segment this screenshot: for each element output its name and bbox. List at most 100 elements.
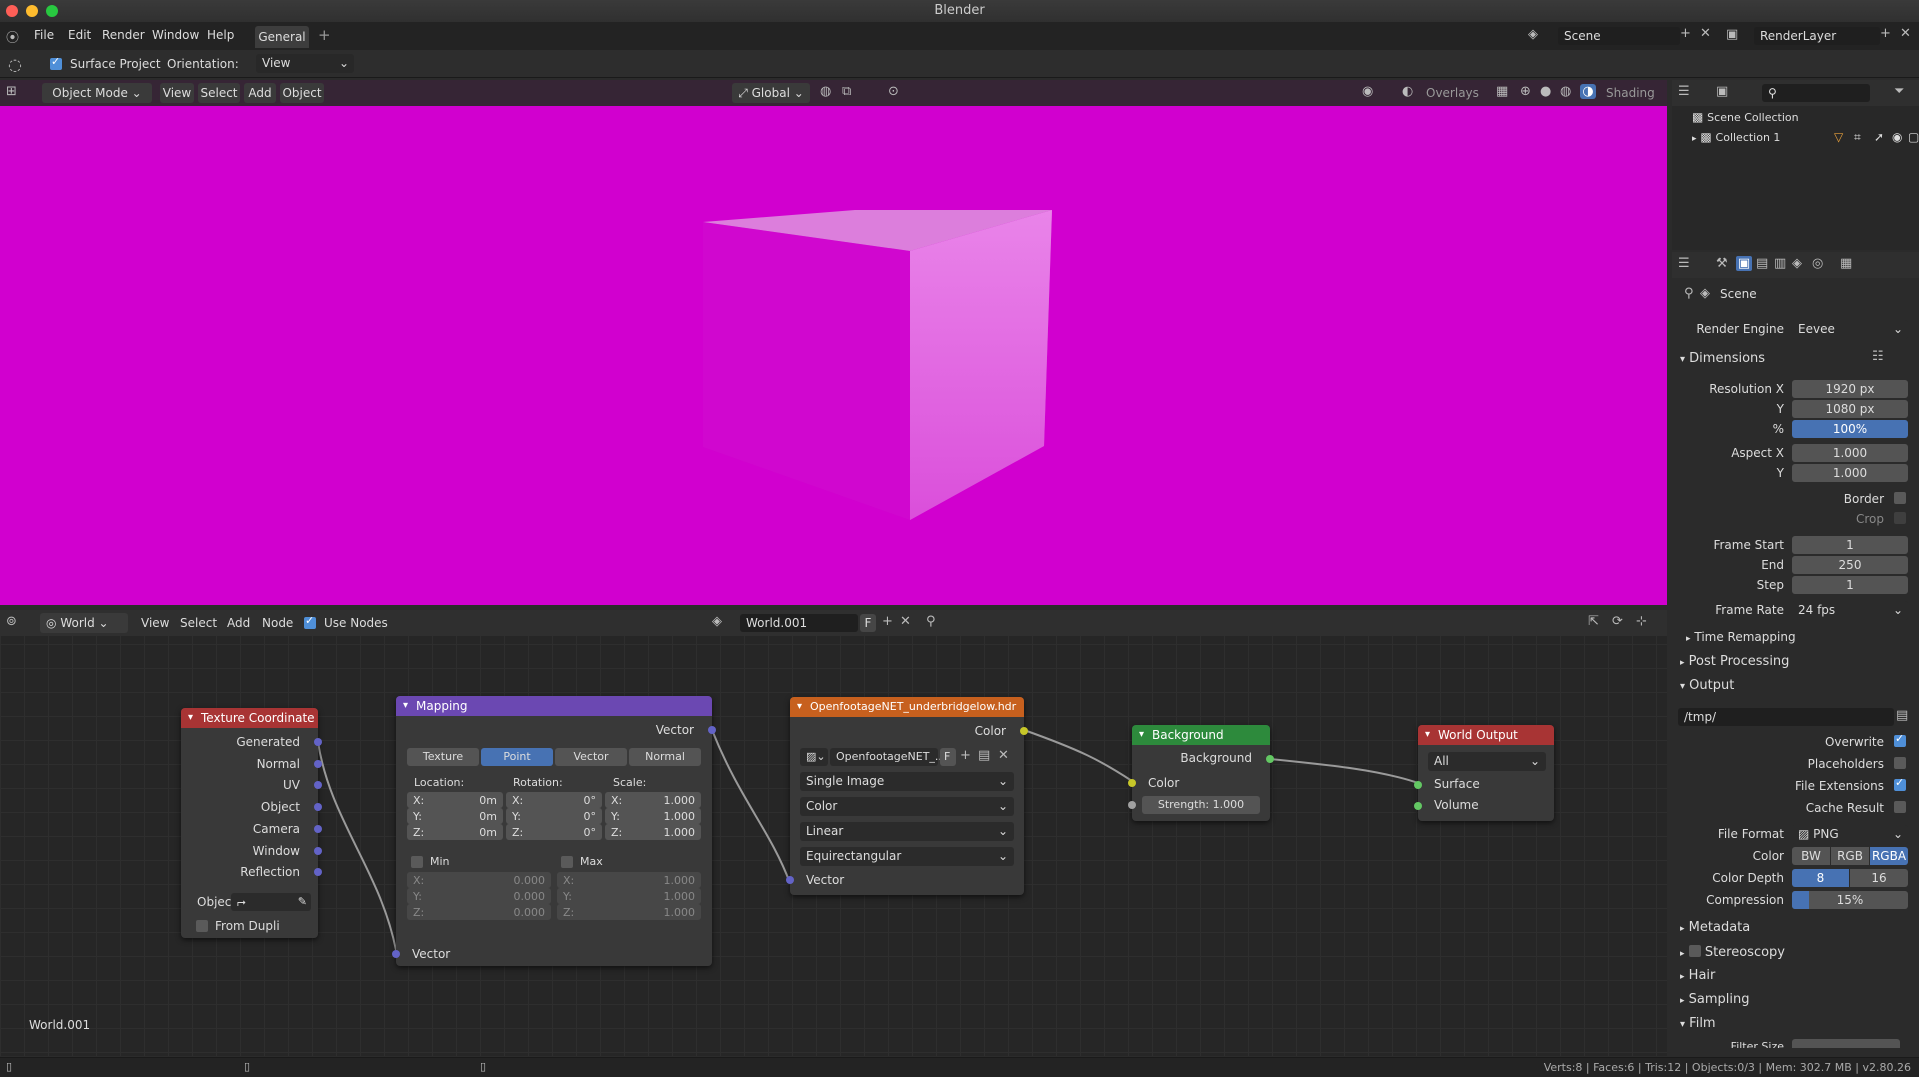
overlays-label[interactable]: Overlays bbox=[1426, 86, 1479, 100]
image-browse-icon[interactable]: ▨⌄ bbox=[800, 748, 828, 766]
location-x-field[interactable]: X: 0m bbox=[407, 792, 503, 808]
image-name-field[interactable]: OpenfootageNET_... bbox=[830, 748, 945, 766]
scene-name-field[interactable]: Scene bbox=[1558, 27, 1680, 45]
menu-file[interactable]: File bbox=[34, 28, 54, 42]
socket-background-out[interactable] bbox=[1266, 755, 1274, 763]
render-layer-icon[interactable]: ▣ bbox=[1726, 27, 1738, 42]
color-mode-bw[interactable]: BW bbox=[1792, 847, 1830, 865]
filter-funnel-icon[interactable]: ▽ bbox=[1834, 130, 1843, 144]
orientation-dropdown[interactable]: View ⌄ bbox=[256, 54, 354, 73]
remove-layer-icon[interactable]: ✕ bbox=[1900, 26, 1911, 41]
socket-volume-in[interactable] bbox=[1414, 802, 1422, 810]
menu-help[interactable]: Help bbox=[207, 28, 234, 42]
node-envtex-title[interactable]: OpenfootageNET_underbridgelow.hdr bbox=[790, 697, 1024, 717]
outliner-editor-type-icon[interactable]: ☰ bbox=[1678, 84, 1690, 99]
viewport-menu-view[interactable]: View bbox=[160, 83, 194, 103]
active-tool-icon[interactable]: ◌ bbox=[8, 55, 22, 74]
snap-icon[interactable]: ⧉ bbox=[842, 84, 851, 99]
surface-project-checkbox[interactable] bbox=[50, 55, 62, 70]
socket-mapping-vector-in[interactable] bbox=[392, 950, 400, 958]
filter-icon[interactable]: ⏷ bbox=[1894, 84, 1904, 99]
socket-window[interactable] bbox=[314, 847, 322, 855]
node-menu-add[interactable]: Add bbox=[227, 616, 250, 630]
outliner-item-scene-collection[interactable]: ▩ Scene Collection bbox=[1692, 110, 1912, 128]
color-mode-rgb[interactable]: RGB bbox=[1831, 847, 1869, 865]
socket-reflection[interactable] bbox=[314, 868, 322, 876]
resolution-x-field[interactable]: 1920 px bbox=[1792, 380, 1908, 398]
border-checkbox[interactable] bbox=[1894, 492, 1906, 504]
use-max-checkbox[interactable] bbox=[561, 856, 573, 868]
world-browse-icon[interactable]: ◈ bbox=[712, 614, 722, 629]
render-tab-icon[interactable]: ▣ bbox=[1736, 256, 1752, 271]
world-name-field[interactable]: World.001 bbox=[740, 614, 858, 632]
mapping-type-vector[interactable]: Vector bbox=[555, 748, 627, 766]
pivot-point-icon[interactable]: ◍ bbox=[820, 84, 831, 99]
properties-editor-type-icon[interactable]: ☰ bbox=[1678, 256, 1690, 271]
scale-z-field[interactable]: Z: 1.000 bbox=[605, 824, 701, 840]
filter-size-field[interactable] bbox=[1792, 1039, 1900, 1048]
aspect-y-field[interactable]: 1.000 bbox=[1792, 464, 1908, 482]
menu-render[interactable]: Render bbox=[102, 28, 145, 42]
tool-tab-icon[interactable]: ⚒ bbox=[1716, 256, 1728, 271]
node-texture-coordinate[interactable]: Texture Coordinate Generated Normal UV O… bbox=[181, 708, 322, 938]
post-processing-panel-header[interactable]: ▸ Post Processing bbox=[1680, 654, 1789, 669]
location-y-field[interactable]: Y: 0m bbox=[407, 808, 503, 824]
node-texture-coordinate-title[interactable]: Texture Coordinate bbox=[181, 708, 318, 728]
proportional-edit-icon[interactable]: ⊙ bbox=[888, 84, 899, 99]
viewport-menu-select[interactable]: Select bbox=[198, 83, 240, 103]
rotation-y-field[interactable]: Y: 0° bbox=[506, 808, 602, 824]
socket-uv[interactable] bbox=[314, 781, 322, 789]
metadata-panel-header[interactable]: ▸ Metadata bbox=[1680, 920, 1750, 935]
socket-normal[interactable] bbox=[314, 760, 322, 768]
new-image-icon[interactable]: + bbox=[960, 748, 971, 763]
close-window-button[interactable] bbox=[6, 5, 18, 17]
resolution-y-field[interactable]: 1080 px bbox=[1792, 400, 1908, 418]
snap-node-icon[interactable]: ⟳ bbox=[1612, 614, 1623, 629]
location-z-field[interactable]: Z: 0m bbox=[407, 824, 503, 840]
shading-label[interactable]: Shading bbox=[1606, 86, 1655, 100]
socket-object[interactable] bbox=[314, 803, 322, 811]
solid-shading-icon[interactable]: ● bbox=[1540, 84, 1551, 99]
viewport-menu-add[interactable]: Add bbox=[244, 83, 276, 103]
frame-start-field[interactable]: 1 bbox=[1792, 536, 1908, 554]
use-nodes-checkbox[interactable] bbox=[304, 614, 316, 629]
max-y-field[interactable]: Y: 1.000 bbox=[557, 888, 701, 904]
min-x-field[interactable]: X: 0.000 bbox=[407, 872, 551, 888]
minimize-window-button[interactable] bbox=[26, 5, 38, 17]
node-snap-target-icon[interactable]: ⊹ bbox=[1636, 614, 1647, 629]
socket-strength-in[interactable] bbox=[1128, 801, 1136, 809]
outliner-search-input[interactable]: ⚲ bbox=[1762, 84, 1870, 102]
blender-logo-icon[interactable]: ⦿ bbox=[6, 27, 19, 46]
socket-generated[interactable] bbox=[314, 738, 322, 746]
resolution-percent-slider[interactable]: 100% bbox=[1792, 420, 1908, 438]
material-shading-icon[interactable]: ◍ bbox=[1560, 84, 1571, 99]
eye-icon[interactable]: ◉ bbox=[1892, 130, 1902, 144]
world-tab-icon[interactable]: ◎ bbox=[1812, 256, 1823, 271]
color-space-dropdown[interactable]: Color ⌄ bbox=[800, 797, 1014, 816]
overwrite-checkbox[interactable] bbox=[1894, 732, 1906, 747]
frame-step-field[interactable]: 1 bbox=[1792, 576, 1908, 594]
frame-end-field[interactable]: 250 bbox=[1792, 556, 1908, 574]
node-mapping-title[interactable]: Mapping bbox=[396, 696, 712, 716]
object-picker-field[interactable]: ⮣ ✎ bbox=[231, 893, 311, 911]
parent-node-tree-icon[interactable]: ⇱ bbox=[1588, 614, 1599, 629]
view-layer-tab-icon[interactable]: ▥ bbox=[1774, 256, 1786, 271]
node-world-output[interactable]: World Output All ⌄ Surface Volume bbox=[1414, 725, 1554, 821]
socket-surface-in[interactable] bbox=[1414, 781, 1422, 789]
strength-field[interactable]: Strength: 1.000 bbox=[1142, 796, 1260, 814]
node-menu-select[interactable]: Select bbox=[180, 616, 217, 630]
menu-window[interactable]: Window bbox=[152, 28, 199, 42]
menu-edit[interactable]: Edit bbox=[68, 28, 91, 42]
aspect-x-field[interactable]: 1.000 bbox=[1792, 444, 1908, 462]
node-background-title[interactable]: Background bbox=[1132, 725, 1270, 745]
node-editor-canvas[interactable]: Texture Coordinate Generated Normal UV O… bbox=[0, 620, 1667, 1056]
output-panel-header[interactable]: ▾ Output bbox=[1680, 678, 1734, 693]
rendered-shading-icon[interactable]: ◑ bbox=[1580, 84, 1596, 99]
node-menu-view[interactable]: View bbox=[141, 616, 169, 630]
stereoscopy-checkbox[interactable] bbox=[1688, 945, 1701, 957]
3d-viewport[interactable] bbox=[0, 80, 1667, 605]
node-editor-type-icon[interactable]: ⊚ bbox=[6, 614, 17, 629]
socket-envtex-vector-in[interactable] bbox=[786, 876, 794, 884]
pin-icon[interactable]: ⚲ bbox=[1684, 286, 1694, 301]
from-dupli-checkbox[interactable] bbox=[196, 920, 208, 932]
